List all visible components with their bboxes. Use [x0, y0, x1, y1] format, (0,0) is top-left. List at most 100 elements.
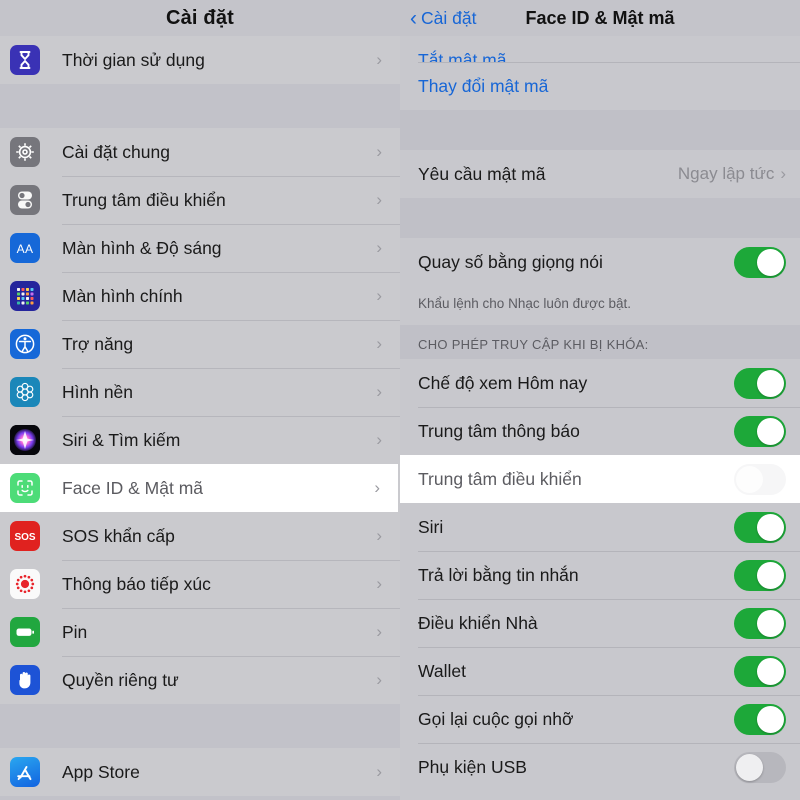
sos-glyph: SOS	[14, 532, 35, 543]
chevron-right-icon: ›	[376, 334, 382, 353]
sidebar-item-label: SOS khẩn cấp	[62, 525, 175, 546]
sidebar-item-display-brightness[interactable]: AA Màn hình & Độ sáng ›	[0, 224, 400, 272]
row-reply-with-message[interactable]: Trả lời bằng tin nhắn	[400, 551, 800, 599]
row-change-passcode[interactable]: Thay đổi mật mã	[400, 62, 800, 110]
hourglass-glyph	[19, 51, 31, 69]
home-control-toggle[interactable]	[734, 607, 786, 639]
sidebar-item-control-center[interactable]: Trung tâm điều khiển ›	[0, 176, 400, 224]
accessibility-icon	[10, 329, 40, 359]
sidebar-item-label: Màn hình chính	[62, 285, 183, 306]
toggle-knob	[757, 609, 784, 637]
sidebar-item-accessibility[interactable]: Trợ năng ›	[0, 320, 400, 368]
today-view-toggle[interactable]	[734, 367, 786, 399]
row-usb-accessories[interactable]: Phụ kiện USB	[400, 743, 800, 791]
toggle-knob	[757, 705, 784, 733]
row-siri[interactable]: Siri	[400, 503, 800, 551]
sidebar-item-privacy[interactable]: Quyền riêng tư ›	[0, 656, 400, 704]
row-today-view[interactable]: Chế độ xem Hôm nay	[400, 359, 800, 407]
toggle-knob	[736, 753, 763, 781]
toggle-knob	[757, 369, 784, 397]
gear-icon	[10, 137, 40, 167]
sidebar-item-wallpaper[interactable]: Hình nền ›	[0, 368, 400, 416]
sidebar-item-battery[interactable]: Pin ›	[0, 608, 400, 656]
face-id-glyph	[17, 480, 33, 496]
reply-with-message-toggle[interactable]	[734, 559, 786, 591]
hourglass-icon	[10, 45, 40, 75]
sos-icon: SOS	[10, 521, 40, 551]
sidebar-item-app-store[interactable]: App Store ›	[0, 748, 400, 796]
siri-toggle[interactable]	[734, 511, 786, 543]
sidebar-item-label: Trung tâm điều khiển	[62, 189, 226, 210]
row-label: Trả lời bằng tin nhắn	[418, 564, 579, 585]
exposure-notification-icon	[10, 569, 40, 599]
sidebar-item-emergency-sos[interactable]: SOS SOS khẩn cấp ›	[0, 512, 400, 560]
row-label: Wallet	[418, 660, 466, 681]
sidebar-item-label: Siri & Tìm kiếm	[62, 429, 181, 450]
chevron-right-icon: ›	[376, 190, 382, 209]
chevron-right-icon: ›	[376, 762, 382, 781]
sidebar-item-general[interactable]: Cài đặt chung ›	[0, 128, 400, 176]
row-label: Trung tâm thông báo	[418, 420, 580, 441]
chevron-right-icon: ›	[376, 286, 382, 305]
voice-dial-toggle[interactable]	[734, 246, 786, 278]
wallpaper-flower-glyph	[16, 382, 34, 402]
toggle-knob	[736, 465, 763, 493]
require-passcode-group: Yêu cầu mật mã Ngay lập tức ›	[400, 150, 800, 198]
exposure-dots-glyph	[15, 574, 35, 594]
sidebar-item-screen-time[interactable]: Thời gian sử dụng ›	[0, 36, 400, 84]
toggle-knob	[757, 657, 784, 685]
sidebar-item-label: Cài đặt chung	[62, 141, 170, 162]
row-label: Thay đổi mật mã	[418, 75, 549, 96]
sidebar-item-label: Hình nền	[62, 381, 134, 402]
row-label: Trung tâm điều khiển	[418, 468, 582, 489]
siri-icon	[10, 425, 40, 455]
chevron-right-icon: ›	[376, 526, 382, 545]
chevron-right-icon: ›	[780, 164, 786, 183]
row-label: Quay số bằng giọng nói	[418, 251, 603, 272]
svg-text:AA: AA	[17, 242, 34, 256]
usb-accessories-toggle[interactable]	[734, 751, 786, 783]
chevron-left-icon: ‹	[410, 6, 417, 30]
row-label: Điều khiển Nhà	[418, 612, 538, 633]
aa-glyph: AA	[17, 242, 34, 256]
notification-center-toggle[interactable]	[734, 415, 786, 447]
wallet-toggle[interactable]	[734, 655, 786, 687]
detail-divider-1	[400, 110, 800, 150]
row-label: Chế độ xem Hôm nay	[418, 372, 588, 393]
sidebar-item-home-screen[interactable]: Màn hình chính ›	[0, 272, 400, 320]
settings-sidebar: Cài đặt Thời gian sử dụng › Cài đặt chun…	[0, 0, 400, 800]
control-center-toggle[interactable]	[734, 463, 786, 495]
sidebar-item-exposure-notifications[interactable]: Thông báo tiếp xúc ›	[0, 560, 400, 608]
row-return-missed-calls[interactable]: Gọi lại cuộc gọi nhỡ	[400, 695, 800, 743]
home-screen-icon	[10, 281, 40, 311]
battery-icon	[10, 617, 40, 647]
toggle-knob	[757, 561, 784, 589]
sidebar-title: Cài đặt	[0, 0, 400, 36]
toggle-knob	[757, 417, 784, 445]
sidebar-item-label: Thông báo tiếp xúc	[62, 573, 211, 594]
chevron-right-icon: ›	[374, 478, 380, 497]
back-button[interactable]: ‹ Cài đặt	[410, 8, 476, 29]
row-wallet[interactable]: Wallet	[400, 647, 800, 695]
voice-dial-group: Quay số bằng giọng nói	[400, 238, 800, 286]
toggle-knob	[757, 513, 784, 541]
app-store-a-glyph	[17, 766, 32, 781]
row-notification-center[interactable]: Trung tâm thông báo	[400, 407, 800, 455]
sidebar-divider-3	[0, 796, 400, 800]
sidebar-item-label: Trợ năng	[62, 333, 134, 354]
row-home-control[interactable]: Điều khiển Nhà	[400, 599, 800, 647]
row-turn-off-passcode[interactable]: Tắt mật mã	[400, 36, 800, 62]
chevron-right-icon: ›	[376, 382, 382, 401]
return-missed-calls-toggle[interactable]	[734, 703, 786, 735]
sidebar-item-siri-search[interactable]: Siri & Tìm kiếm ›	[0, 416, 400, 464]
control-center-glyph	[18, 191, 32, 209]
row-control-center[interactable]: Trung tâm điều khiển	[400, 455, 800, 503]
row-label: Tắt mật mã	[418, 50, 507, 62]
row-voice-dial[interactable]: Quay số bằng giọng nói	[400, 238, 800, 286]
row-require-passcode[interactable]: Yêu cầu mật mã Ngay lập tức ›	[400, 150, 800, 198]
display-brightness-icon: AA	[10, 233, 40, 263]
voice-dial-note: Khẩu lệnh cho Nhạc luôn được bật.	[400, 286, 800, 325]
sidebar-item-face-id-passcode[interactable]: Face ID & Mật mã ›	[0, 464, 398, 512]
row-label: Gọi lại cuộc gọi nhỡ	[418, 708, 574, 729]
chevron-right-icon: ›	[376, 622, 382, 641]
